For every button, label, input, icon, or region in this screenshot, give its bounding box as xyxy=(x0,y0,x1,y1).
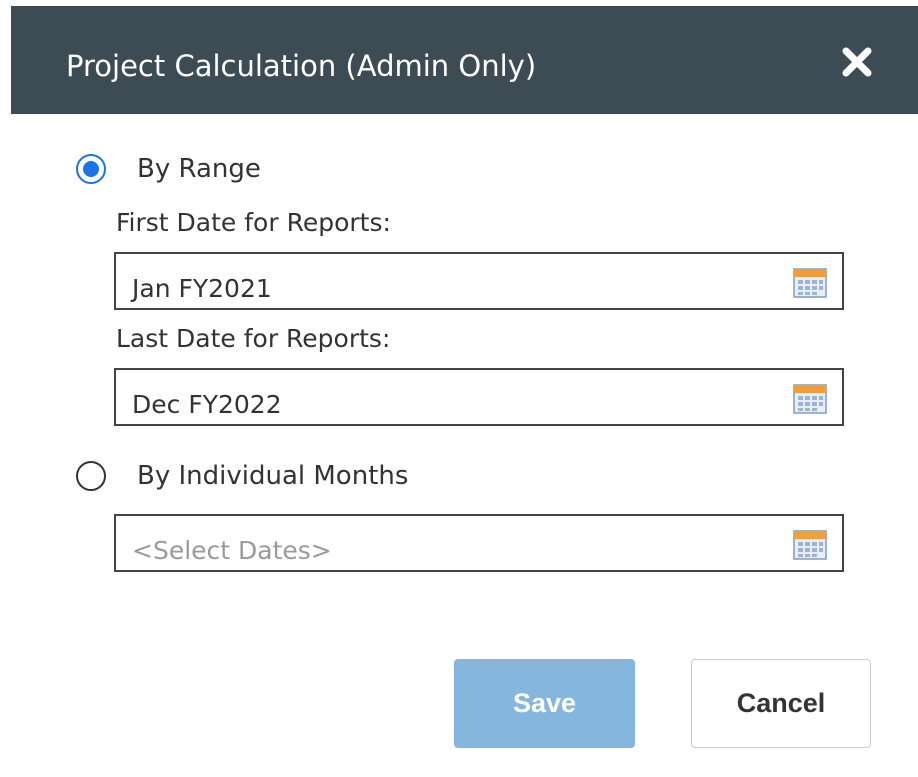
by-individual-months-radio[interactable] xyxy=(76,461,106,491)
cancel-button[interactable]: Cancel xyxy=(691,659,871,748)
calendar-icon[interactable] xyxy=(793,530,827,560)
close-icon xyxy=(842,47,872,77)
calendar-icon[interactable] xyxy=(793,268,827,298)
by-range-label: By Range xyxy=(137,154,261,184)
by-range-option[interactable]: By Range xyxy=(76,154,261,184)
select-dates-placeholder: <Select Dates> xyxy=(132,536,332,565)
first-date-field[interactable]: Jan FY2021 xyxy=(114,252,844,310)
calendar-icon[interactable] xyxy=(793,384,827,414)
select-dates-field[interactable]: <Select Dates> xyxy=(114,514,844,572)
first-date-value: Jan FY2021 xyxy=(132,274,272,303)
by-individual-months-label: By Individual Months xyxy=(137,461,409,491)
last-date-label: Last Date for Reports: xyxy=(116,324,391,353)
by-individual-months-option[interactable]: By Individual Months xyxy=(76,461,408,491)
close-button[interactable] xyxy=(837,41,877,81)
by-range-radio[interactable] xyxy=(76,154,106,184)
dialog-title: Project Calculation (Admin Only) xyxy=(66,49,537,83)
last-date-field[interactable]: Dec FY2022 xyxy=(114,368,844,426)
dialog-header: Project Calculation (Admin Only) xyxy=(11,6,918,114)
first-date-label: First Date for Reports: xyxy=(116,208,391,237)
save-button[interactable]: Save xyxy=(454,659,635,748)
last-date-value: Dec FY2022 xyxy=(132,390,282,419)
